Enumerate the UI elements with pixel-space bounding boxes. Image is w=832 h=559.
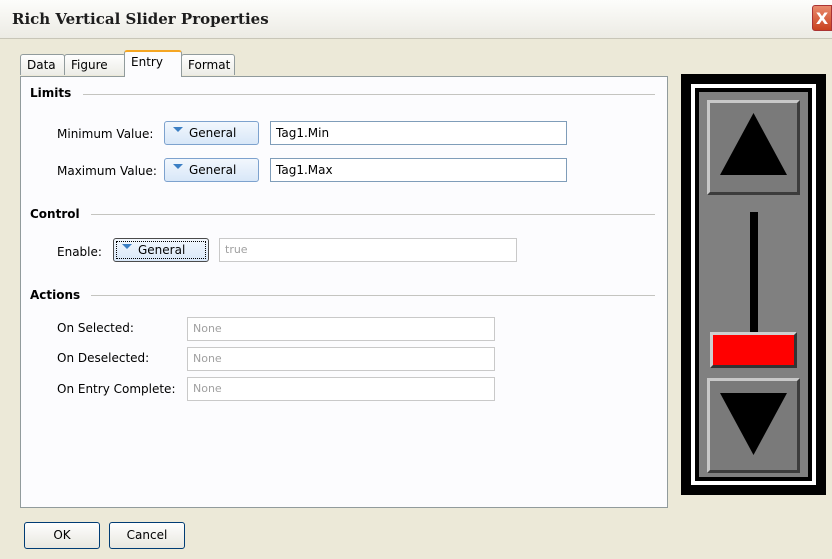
on-deselected-label: On Deselected:: [57, 351, 150, 365]
maximum-value-label: Maximum Value:: [57, 164, 157, 178]
preview-frame: [691, 84, 816, 485]
tab-figure[interactable]: Figure: [64, 54, 126, 75]
minimum-value-label: Minimum Value:: [57, 127, 154, 141]
dropdown-arrow-icon: [122, 244, 132, 249]
maximum-value-mode-label: General: [189, 163, 237, 177]
maximum-value-input[interactable]: Tag1.Max: [270, 158, 567, 182]
enable-input[interactable]: true: [219, 238, 517, 262]
tab-entry[interactable]: Entry: [124, 50, 182, 77]
cancel-button[interactable]: Cancel: [109, 522, 185, 549]
maximum-value-mode-button[interactable]: General: [164, 158, 259, 182]
slider-down-button: [707, 378, 800, 473]
on-entry-complete-input[interactable]: None: [187, 377, 495, 401]
on-selected-label: On Selected:: [57, 321, 134, 335]
on-deselected-input[interactable]: None: [187, 347, 495, 371]
limits-divider: [83, 94, 655, 95]
slider-up-button: [707, 100, 800, 195]
minimum-value-input[interactable]: Tag1.Min: [270, 121, 567, 145]
preview-core: [695, 88, 812, 481]
slider-background: [699, 92, 808, 477]
dropdown-arrow-icon: [173, 164, 183, 169]
window-title: Rich Vertical Slider Properties: [12, 10, 269, 28]
limits-heading: Limits: [30, 86, 72, 100]
control-heading: Control: [30, 207, 80, 221]
close-button[interactable]: X: [812, 5, 832, 31]
entry-panel: Limits Minimum Value: General Tag1.Min M…: [20, 76, 668, 508]
slider-track: [750, 212, 758, 342]
slider-preview: [681, 74, 826, 495]
tab-data[interactable]: Data: [20, 54, 65, 75]
on-entry-complete-label: On Entry Complete:: [57, 382, 176, 396]
enable-mode-button[interactable]: General: [113, 238, 209, 262]
tab-format[interactable]: Format: [181, 54, 235, 75]
enable-mode-label: General: [138, 243, 186, 257]
slider-thumb: [710, 332, 797, 368]
ok-button[interactable]: OK: [24, 522, 100, 549]
dropdown-arrow-icon: [173, 127, 183, 132]
actions-heading: Actions: [30, 288, 81, 302]
minimum-value-mode-button[interactable]: General: [164, 121, 259, 145]
down-arrow-icon: [720, 393, 787, 455]
enable-label: Enable:: [57, 245, 102, 259]
minimum-value-mode-label: General: [189, 126, 237, 140]
on-selected-input[interactable]: None: [187, 317, 495, 341]
title-bar: Rich Vertical Slider Properties X: [0, 0, 832, 39]
control-divider: [91, 214, 655, 215]
up-arrow-icon: [720, 113, 787, 175]
actions-divider: [91, 295, 655, 296]
